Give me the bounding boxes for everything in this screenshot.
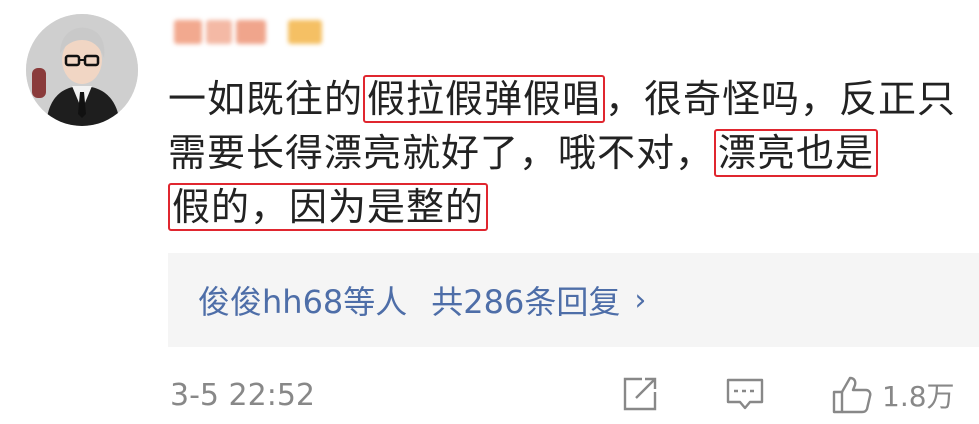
reply-count-link[interactable]: 共286条回复 xyxy=(431,277,620,323)
comment-highlight-3: 假的，因为是整的 xyxy=(168,183,489,231)
comment-footer: 3-5 22:52 1.8万 xyxy=(168,372,979,422)
comment-icon xyxy=(726,378,764,410)
comment-highlight-1: 假拉假弹假唱 xyxy=(363,75,606,123)
like-button[interactable]: 1.8万 xyxy=(830,374,955,416)
user-avatar[interactable] xyxy=(26,14,138,126)
share-button[interactable] xyxy=(620,374,660,414)
comment-highlight-2: 漂亮也是 xyxy=(714,129,879,177)
like-icon xyxy=(832,376,872,414)
share-icon xyxy=(623,377,657,411)
replies-preview[interactable]: 俊俊hh68等人 共286条回复 › xyxy=(168,253,979,347)
timestamp: 3-5 22:52 xyxy=(170,378,315,413)
chevron-right-icon: › xyxy=(634,282,647,318)
username-blurred[interactable] xyxy=(170,14,330,50)
comment-segment: 一如既往的 xyxy=(168,77,364,121)
like-count: 1.8万 xyxy=(882,380,955,413)
comment-button[interactable] xyxy=(724,374,766,414)
repliers-label: 俊俊hh68等人 xyxy=(198,283,408,321)
comment-text: 一如既往的 假拉假弹假唱 ，很奇怪吗，反正只需要长得漂亮就好了，哦不对， 漂亮也是 假的… xyxy=(168,72,973,234)
